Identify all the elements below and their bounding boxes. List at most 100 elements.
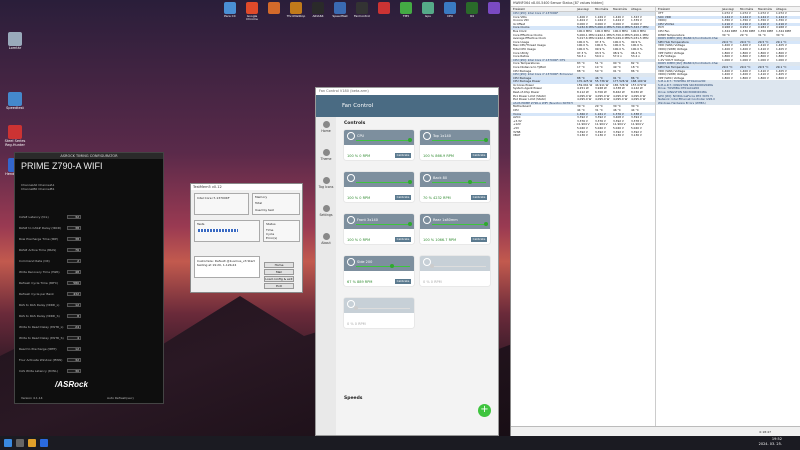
fan-card[interactable]: 100 % 0 RPM Calibrate — [344, 172, 414, 202]
timing-value-field[interactable]: 2 — [67, 258, 81, 263]
desktop-icon[interactable]: Lomtár — [2, 32, 28, 51]
exit-button[interactable]: Exit — [264, 283, 294, 289]
desktop-top-icon[interactable]: SpeedTest — [330, 2, 350, 18]
fan-card[interactable]: Top 1x140 100 % 866.9 RPM Calibrate — [420, 130, 490, 160]
browser-icon[interactable] — [40, 439, 48, 447]
testmem-window[interactable]: TestMem5 v0.12 Intel Core i7-13700KF Mem… — [190, 183, 303, 293]
fan-card[interactable]: Rear 1x80mm 100 % 1066.7 RPM Calibrate — [420, 214, 490, 244]
fan-slider-knob[interactable] — [408, 222, 412, 226]
fan-card-header: Back 80 — [420, 172, 490, 187]
fan-slider[interactable] — [430, 264, 486, 268]
speeds-heading: Speeds — [344, 396, 363, 401]
timing-value-field[interactable]: 38 — [67, 225, 81, 230]
desktop-top-icon[interactable]: TM5 — [396, 2, 416, 18]
start-icon[interactable] — [4, 439, 12, 447]
desktop-top-icon[interactable]: CPU — [440, 2, 460, 18]
fan-card[interactable]: Side 200 67 % 889 RPM Calibrate — [344, 256, 414, 286]
fan-readout: 0 % 0 RPM — [423, 280, 442, 284]
timing-value-field[interactable]: 432 — [67, 291, 81, 296]
fancontrol-nav — [316, 117, 336, 435]
fan-slider[interactable] — [356, 264, 410, 268]
calibrate-button[interactable]: Calibrate — [395, 195, 411, 200]
add-fab-button[interactable]: + — [478, 404, 491, 417]
fan-card-header: Rear 1x80mm — [420, 214, 490, 229]
fan-slider-knob[interactable] — [467, 180, 472, 184]
nav-icon — [322, 149, 330, 156]
desktop-top-icon-image — [356, 2, 368, 14]
fan-slider[interactable] — [432, 222, 488, 226]
fan-slider-knob[interactable] — [408, 138, 412, 142]
explorer-icon[interactable] — [28, 439, 36, 447]
timing-label: Write to Read Delay (tWTR_S) — [19, 336, 64, 340]
fan-slider-knob[interactable] — [354, 306, 358, 310]
desktop-top-icon[interactable]: Google Chrome — [242, 2, 262, 22]
fan-slider-knob[interactable] — [430, 264, 434, 268]
timing-value-field[interactable]: 12 — [67, 346, 81, 351]
desktop-top-icon[interactable]: Para CC — [220, 2, 240, 18]
fan-card[interactable]: 0 % 0 RPM — [420, 256, 490, 286]
timing-value-field[interactable]: 4 — [67, 335, 81, 340]
desktop-top-icon[interactable]: FanControl — [352, 2, 372, 18]
fan-card[interactable]: 0 % 0 RPM — [344, 298, 414, 328]
sensor-row[interactable]: VBAT 3.136 V 3.136 V 3.136 V 3.136 V — [511, 134, 655, 138]
nav-icon — [322, 177, 330, 184]
timing-value-field[interactable]: 24 — [67, 324, 81, 329]
desktop-top-icon[interactable] — [264, 2, 284, 15]
nav-item-home[interactable]: Home — [317, 121, 335, 133]
fan-slider[interactable] — [354, 306, 410, 310]
mail-button[interactable]: Mail — [264, 269, 294, 275]
desktop-icon[interactable]: Speedtest — [2, 92, 28, 111]
timing-value-field[interactable]: 76 — [67, 247, 81, 252]
fan-card[interactable]: Front 3x140 100 % 0 RPM Calibrate — [344, 214, 414, 244]
calibrate-button[interactable]: Calibrate — [471, 237, 487, 242]
fancontrol-window[interactable]: Fan Control V180 (beta.arm) Fan Control … — [315, 87, 499, 436]
load-config-button[interactable]: Load config & exit — [264, 276, 294, 282]
nav-item-about[interactable]: About — [317, 233, 335, 245]
fan-slider[interactable] — [432, 138, 488, 142]
fan-slider[interactable] — [432, 180, 486, 184]
calibrate-button[interactable]: Calibrate — [395, 279, 411, 284]
timing-label: Row Precharge Time (tRP) — [19, 237, 58, 241]
nav-item-theme[interactable]: Theme — [317, 149, 335, 161]
fan-slider[interactable] — [356, 180, 412, 184]
nav-item-tag-icons[interactable]: Tag Icons — [317, 177, 335, 189]
desktop-icon[interactable]: Steel Series Reg.Hunter — [2, 125, 28, 148]
sensor-group[interactable]: Windows Hardware Errors (WHEA) — [656, 101, 800, 106]
calibrate-button[interactable]: Calibrate — [395, 153, 411, 158]
search-icon[interactable] — [16, 439, 24, 447]
desktop-top-icon[interactable]: 64 — [462, 2, 482, 18]
timing-value-field[interactable]: 8 — [67, 313, 81, 318]
desktop-top-icon[interactable]: ThrottleStop — [286, 2, 306, 18]
hwinfo-timer: 0:18:47 — [759, 430, 771, 434]
nav-item-settings[interactable]: Settings — [317, 205, 335, 217]
fan-slider-knob[interactable] — [484, 222, 488, 226]
nav-label: Home — [321, 129, 331, 133]
fan-slider[interactable] — [356, 138, 412, 142]
calibrate-button[interactable]: Calibrate — [471, 195, 487, 200]
hwinfo-window[interactable]: HWiNFO64 v8.00-5400 Sensor Status [87 va… — [510, 0, 800, 436]
desktop-top-icon[interactable] — [484, 2, 504, 15]
home-button[interactable]: Home — [264, 262, 294, 268]
desktop-top-icon-image — [488, 2, 500, 14]
desktop-top-icon[interactable]: AIDA64 — [308, 2, 328, 18]
fan-card[interactable]: CPU 100 % 0 RPM Calibrate — [344, 130, 414, 160]
fan-icon — [347, 174, 355, 182]
fan-slider-knob[interactable] — [408, 180, 412, 184]
timing-value-field[interactable]: 12 — [67, 302, 81, 307]
fan-slider[interactable] — [356, 222, 412, 226]
desktop-top-icon[interactable] — [374, 2, 394, 15]
fan-slider-knob[interactable] — [484, 138, 488, 142]
fan-card[interactable]: Back 80 70 % 4232 RPM Calibrate — [420, 172, 490, 202]
timing-value-field[interactable]: 32 — [67, 214, 81, 219]
clock[interactable]: 19:52 2024. 03. 25. — [759, 437, 782, 447]
timing-value-field[interactable]: 48 — [67, 269, 81, 274]
timing-value-field[interactable]: 38 — [67, 236, 81, 241]
timing-configurator-window[interactable]: ASROCK TIMING CONFIGURATOR PRIME Z790-A … — [14, 152, 164, 404]
calibrate-button[interactable]: Calibrate — [395, 237, 411, 242]
auto-refresh-label[interactable]: Auto Refresh(sec) — [107, 396, 134, 400]
timing-value-field[interactable]: 30 — [67, 368, 81, 373]
calibrate-button[interactable]: Calibrate — [471, 153, 487, 158]
timing-value-field[interactable]: 580 — [67, 280, 81, 285]
desktop-top-icon[interactable]: Gpu — [418, 2, 438, 18]
timing-value-field[interactable]: 32 — [67, 357, 81, 362]
